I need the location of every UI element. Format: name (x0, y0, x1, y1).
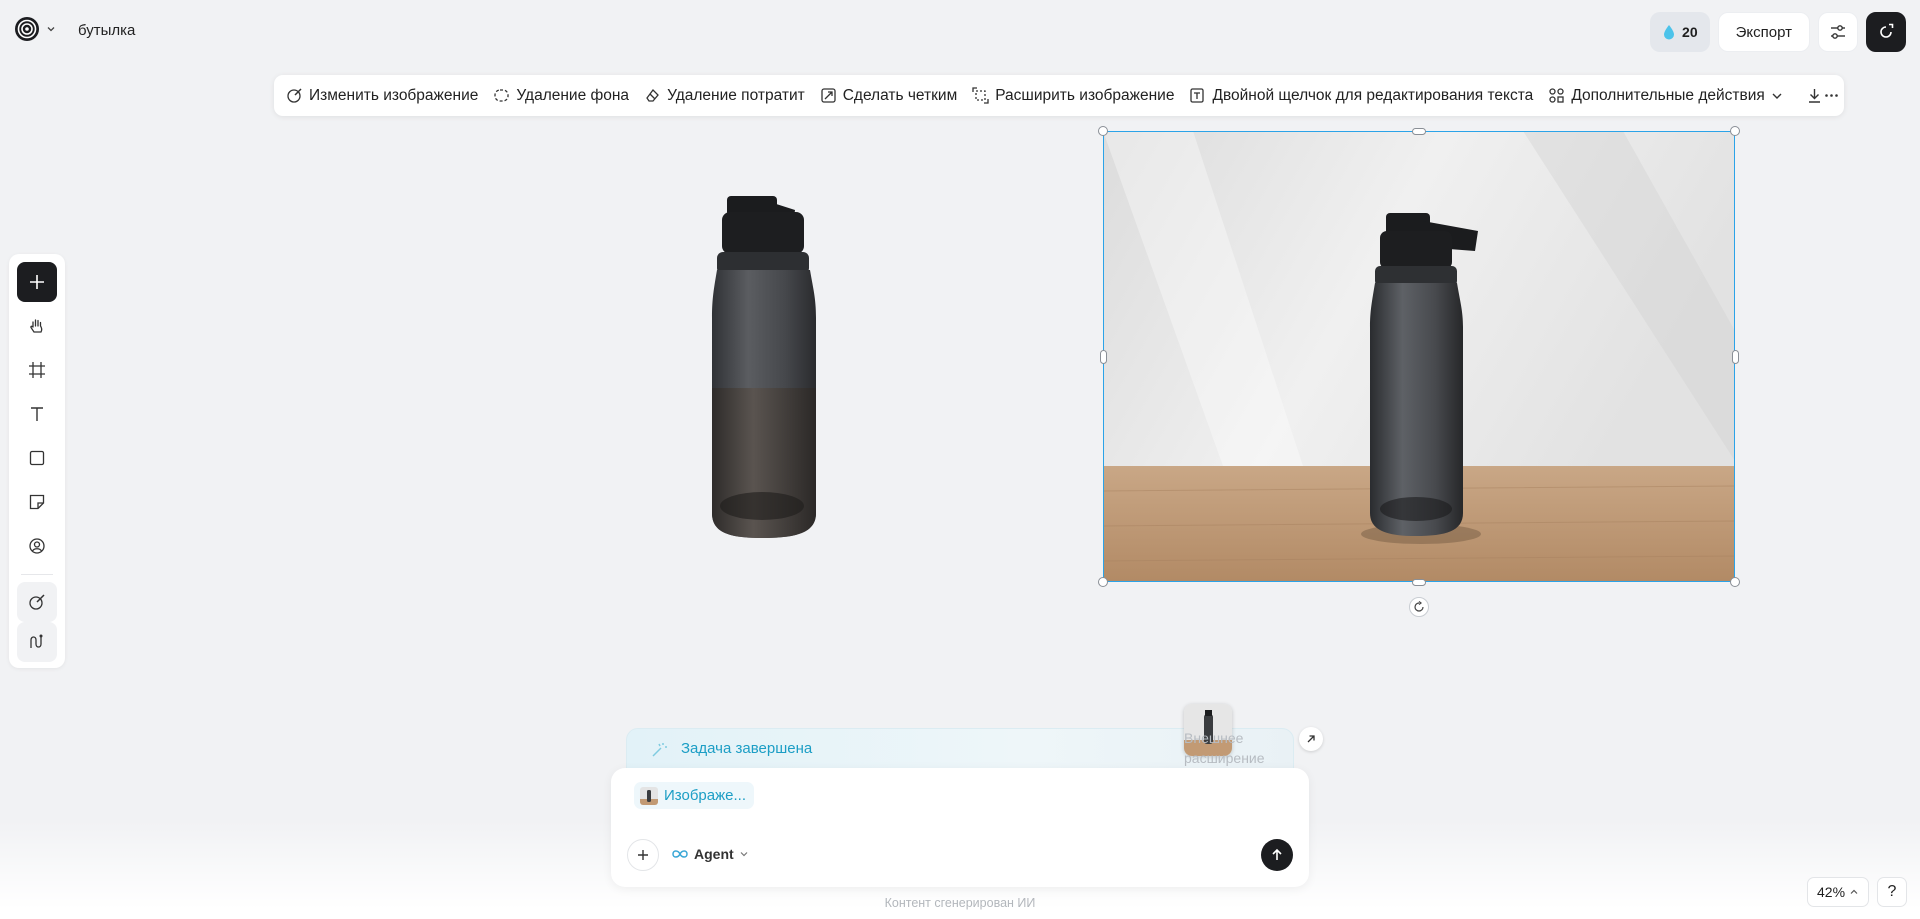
chevron-down-icon (740, 852, 748, 857)
remove-background-icon (494, 89, 510, 102)
scene-image (1103, 131, 1735, 582)
download-icon (1808, 89, 1820, 103)
add-tool[interactable] (17, 262, 57, 302)
chevron-up-icon (1850, 889, 1858, 894)
ellipsis-icon (1824, 94, 1838, 97)
chip-image (640, 786, 658, 805)
document-title[interactable]: бутылка (78, 22, 135, 39)
sticky-note-icon (29, 494, 45, 510)
avatar-icon (29, 538, 45, 554)
chip-thumbnail (640, 786, 658, 805)
resize-handle-left[interactable] (1100, 350, 1107, 364)
more-actions-icon (1549, 88, 1564, 103)
rotate-handle[interactable] (1409, 597, 1429, 617)
chevron-down-icon (1772, 93, 1782, 99)
agent-mode-selector[interactable]: Agent (671, 846, 749, 862)
edit-image-button[interactable]: Изменить изображение (286, 87, 478, 105)
more-actions-label: Дополнительные действия (1571, 86, 1765, 104)
credits-count: 20 (1682, 24, 1698, 40)
task-status-text: Задача завершена (681, 740, 813, 757)
attached-image-chip[interactable]: Изображе... (634, 782, 754, 809)
zoom-control[interactable]: 42% (1807, 877, 1870, 907)
hand-icon (30, 319, 43, 333)
left-toolbar (9, 254, 65, 668)
help-button[interactable]: ? (1877, 877, 1907, 907)
infinity-icon (672, 850, 688, 858)
ai-content-note: Контент сгенерирован ИИ (884, 896, 1036, 910)
task-thumb-label: Внешнее расширение (1184, 730, 1265, 766)
drop-icon (1664, 25, 1675, 40)
expand-image-button[interactable]: Расширить изображение (972, 87, 1174, 105)
expand-image-icon (972, 87, 989, 104)
resize-handle-bottom-right[interactable] (1730, 577, 1740, 587)
sliders-icon (1831, 25, 1845, 39)
rectangle-icon (29, 450, 45, 466)
magic-edit-icon (29, 594, 45, 610)
edit-image-label: Изменить изображение (309, 86, 479, 104)
frame-tool[interactable] (17, 350, 57, 390)
eraser-icon (646, 89, 659, 102)
top-bar: бутылка 20 Экспорт (0, 0, 1920, 64)
resize-handle-top-right[interactable] (1730, 126, 1740, 136)
export-button[interactable]: Экспорт (1717, 12, 1810, 52)
plus-icon (30, 275, 44, 289)
image-toolbar: Изменить изображение Удаление фона Удале… (274, 75, 1844, 116)
more-actions-dropdown[interactable]: Дополнительные действия (1548, 87, 1782, 105)
add-attachment-button[interactable] (627, 839, 659, 871)
resize-handle-right[interactable] (1732, 350, 1739, 364)
chat-input-box[interactable]: Изображе... Agent (611, 768, 1309, 887)
arrow-up-icon (1272, 848, 1282, 860)
expand-image-label: Расширить изображение (995, 86, 1175, 104)
sharpen-label: Сделать четким (842, 86, 958, 104)
remove-background-button[interactable]: Удаление фона (493, 87, 629, 105)
agent-label: Agent (694, 846, 734, 862)
sticky-note-tool[interactable] (17, 482, 57, 522)
resize-handle-bottom[interactable] (1412, 579, 1426, 586)
send-button[interactable] (1261, 839, 1293, 871)
rotate-icon (1414, 601, 1424, 612)
eraser-label: Удаление потратит (667, 86, 805, 104)
frame-icon (29, 362, 45, 378)
avatar-tool[interactable] (17, 526, 57, 566)
workflow-icon (30, 634, 43, 648)
text-icon (31, 407, 43, 421)
more-options-button[interactable] (1823, 81, 1840, 111)
text-edit-button[interactable]: Двойной щелчок для редактирования текста (1189, 87, 1533, 105)
magic-edit-tool[interactable] (17, 582, 57, 622)
download-button[interactable] (1806, 81, 1823, 111)
resize-handle-bottom-left[interactable] (1098, 577, 1108, 587)
refresh-icon (1880, 23, 1894, 38)
top-right-actions: 20 Экспорт (1650, 12, 1906, 52)
plus-icon (638, 850, 648, 860)
open-task-button[interactable] (1299, 727, 1323, 751)
text-tool[interactable] (17, 394, 57, 434)
logo-icon (15, 17, 39, 41)
sharpen-icon (821, 88, 836, 103)
text-edit-icon (1190, 88, 1205, 103)
eraser-button[interactable]: Удаление потратит (644, 87, 805, 105)
hand-tool[interactable] (17, 306, 57, 346)
selected-bottle-image[interactable] (1103, 131, 1735, 582)
remove-background-label: Удаление фона (516, 86, 630, 104)
sharpen-button[interactable]: Сделать четким (820, 86, 958, 105)
settings-button[interactable] (1818, 12, 1858, 52)
chip-label: Изображе... (664, 787, 746, 804)
app-menu[interactable] (14, 16, 56, 42)
magic-brush-icon (652, 743, 667, 757)
rectangle-tool[interactable] (17, 438, 57, 478)
chevron-down-icon (47, 27, 55, 32)
workflow-tool[interactable] (17, 622, 57, 662)
resize-handle-top[interactable] (1412, 128, 1426, 135)
zoom-level: 42% (1817, 884, 1846, 900)
resize-handle-top-left[interactable] (1098, 126, 1108, 136)
tool-divider (21, 574, 53, 575)
refresh-chat-button[interactable] (1866, 12, 1906, 52)
text-edit-label: Двойной щелчок для редактирования текста (1212, 86, 1534, 104)
credits-badge[interactable]: 20 (1650, 12, 1710, 52)
bottle-image-cutout[interactable] (700, 188, 830, 543)
arrow-up-right-icon (1307, 735, 1315, 743)
edit-image-icon (287, 88, 302, 103)
